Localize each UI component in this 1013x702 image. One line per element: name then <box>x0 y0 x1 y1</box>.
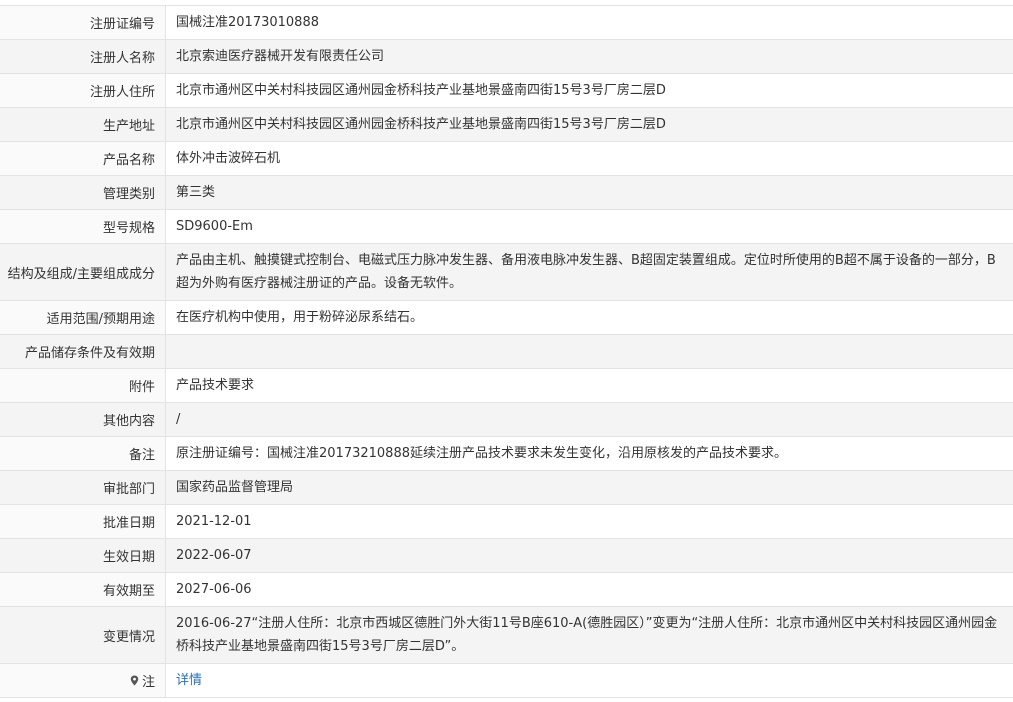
row-label: 注 <box>0 664 166 697</box>
row-value: 国家药品监督管理局 <box>166 471 1013 504</box>
row-value: 2027-06-06 <box>176 582 252 597</box>
row-value: 2022-06-07 <box>166 539 1013 572</box>
table-row: 产品名称 体外冲击波碎石机 <box>0 142 1013 176</box>
table-row: 变更情况 2016-06-27“注册人住所：北京市西城区德胜门外大街11号B座6… <box>0 607 1013 664</box>
row-value: 北京市通州区中关村科技园区通州园金桥科技产业基地景盛南四街15号3号厂房二层D <box>166 108 1013 141</box>
table-row: 其他内容 / <box>0 403 1013 437</box>
table-row: 生效日期 2022-06-07 <box>0 539 1013 573</box>
table-row: 有效期至 2027-06-06 <box>0 573 1013 607</box>
row-value: 详情 <box>166 664 1013 697</box>
row-label: 其他内容 <box>0 403 166 436</box>
row-value: 北京索迪医疗器械开发有限责任公司 <box>166 40 1013 73</box>
row-label: 有效期至 <box>0 573 166 606</box>
row-label: 结构及组成/主要组成成分 <box>0 244 166 300</box>
table-row: 备注 原注册证编号：国械注准20173210888延续注册产品技术要求未发生变化… <box>0 437 1013 471</box>
row-value: 第三类 <box>166 176 1013 209</box>
table-row: 注册人住所 北京市通州区中关村科技园区通州园金桥科技产业基地景盛南四街15号3号… <box>0 74 1013 108</box>
row-value: 国械注准20173010888 <box>176 15 319 30</box>
row-value: SD9600-Em <box>176 219 253 234</box>
row-value <box>166 335 1013 368</box>
table-row: 产品储存条件及有效期 <box>0 335 1013 369</box>
registration-detail-table: 注册证编号 国械注准20173010888 注册人名称 北京索迪医疗器械开发有限… <box>0 5 1013 698</box>
row-value: 2021-12-01 <box>176 514 252 529</box>
row-label: 产品名称 <box>0 142 166 175</box>
row-label: 备注 <box>0 437 166 470</box>
table-row: 审批部门 国家药品监督管理局 <box>0 471 1013 505</box>
row-value: 北京市通州区中关村科技园区通州园金桥科技产业基地景盛南四街15号3号厂房二层D <box>176 83 666 98</box>
row-label: 注册人名称 <box>0 40 166 73</box>
row-label: 管理类别 <box>0 176 166 209</box>
row-label: 型号规格 <box>0 210 166 243</box>
row-value: 产品技术要求 <box>176 378 255 393</box>
table-row: 注册证编号 国械注准20173010888 <box>0 6 1013 40</box>
table-row: 型号规格 SD9600-Em <box>0 210 1013 244</box>
row-value: 2016-06-27“注册人住所：北京市西城区德胜门外大街11号B座610-A(… <box>166 607 1013 663</box>
row-label: 注册人住所 <box>0 74 166 107</box>
table-row: 附件 产品技术要求 <box>0 369 1013 403</box>
location-pin-icon <box>130 675 139 686</box>
note-label: 注 <box>141 675 155 690</box>
row-label: 生产地址 <box>0 108 166 141</box>
row-label: 注册证编号 <box>0 6 166 39</box>
row-value: 产品由主机、触摸键式控制台、电磁式压力脉冲发生器、备用液电脉冲发生器、B超固定装… <box>166 244 1013 300</box>
table-row: 结构及组成/主要组成成分 产品由主机、触摸键式控制台、电磁式压力脉冲发生器、备用… <box>0 244 1013 301</box>
row-value: / <box>166 403 1013 436</box>
row-label: 生效日期 <box>0 539 166 572</box>
row-value: 体外冲击波碎石机 <box>176 151 281 166</box>
details-link[interactable]: 详情 <box>176 669 202 692</box>
table-row: 注 详情 <box>0 664 1013 698</box>
table-row: 注册人名称 北京索迪医疗器械开发有限责任公司 <box>0 40 1013 74</box>
row-label: 批准日期 <box>0 505 166 538</box>
table-row: 生产地址 北京市通州区中关村科技园区通州园金桥科技产业基地景盛南四街15号3号厂… <box>0 108 1013 142</box>
row-label: 附件 <box>0 369 166 402</box>
row-value: 原注册证编号：国械注准20173210888延续注册产品技术要求未发生变化，沿用… <box>176 446 787 461</box>
table-row: 管理类别 第三类 <box>0 176 1013 210</box>
row-label: 适用范围/预期用途 <box>0 301 166 334</box>
table-row: 批准日期 2021-12-01 <box>0 505 1013 539</box>
table-row: 适用范围/预期用途 在医疗机构中使用，用于粉碎泌尿系结石。 <box>0 301 1013 335</box>
row-label: 产品储存条件及有效期 <box>0 335 166 368</box>
row-label: 变更情况 <box>0 607 166 663</box>
row-value: 在医疗机构中使用，用于粉碎泌尿系结石。 <box>176 310 424 325</box>
row-label: 审批部门 <box>0 471 166 504</box>
